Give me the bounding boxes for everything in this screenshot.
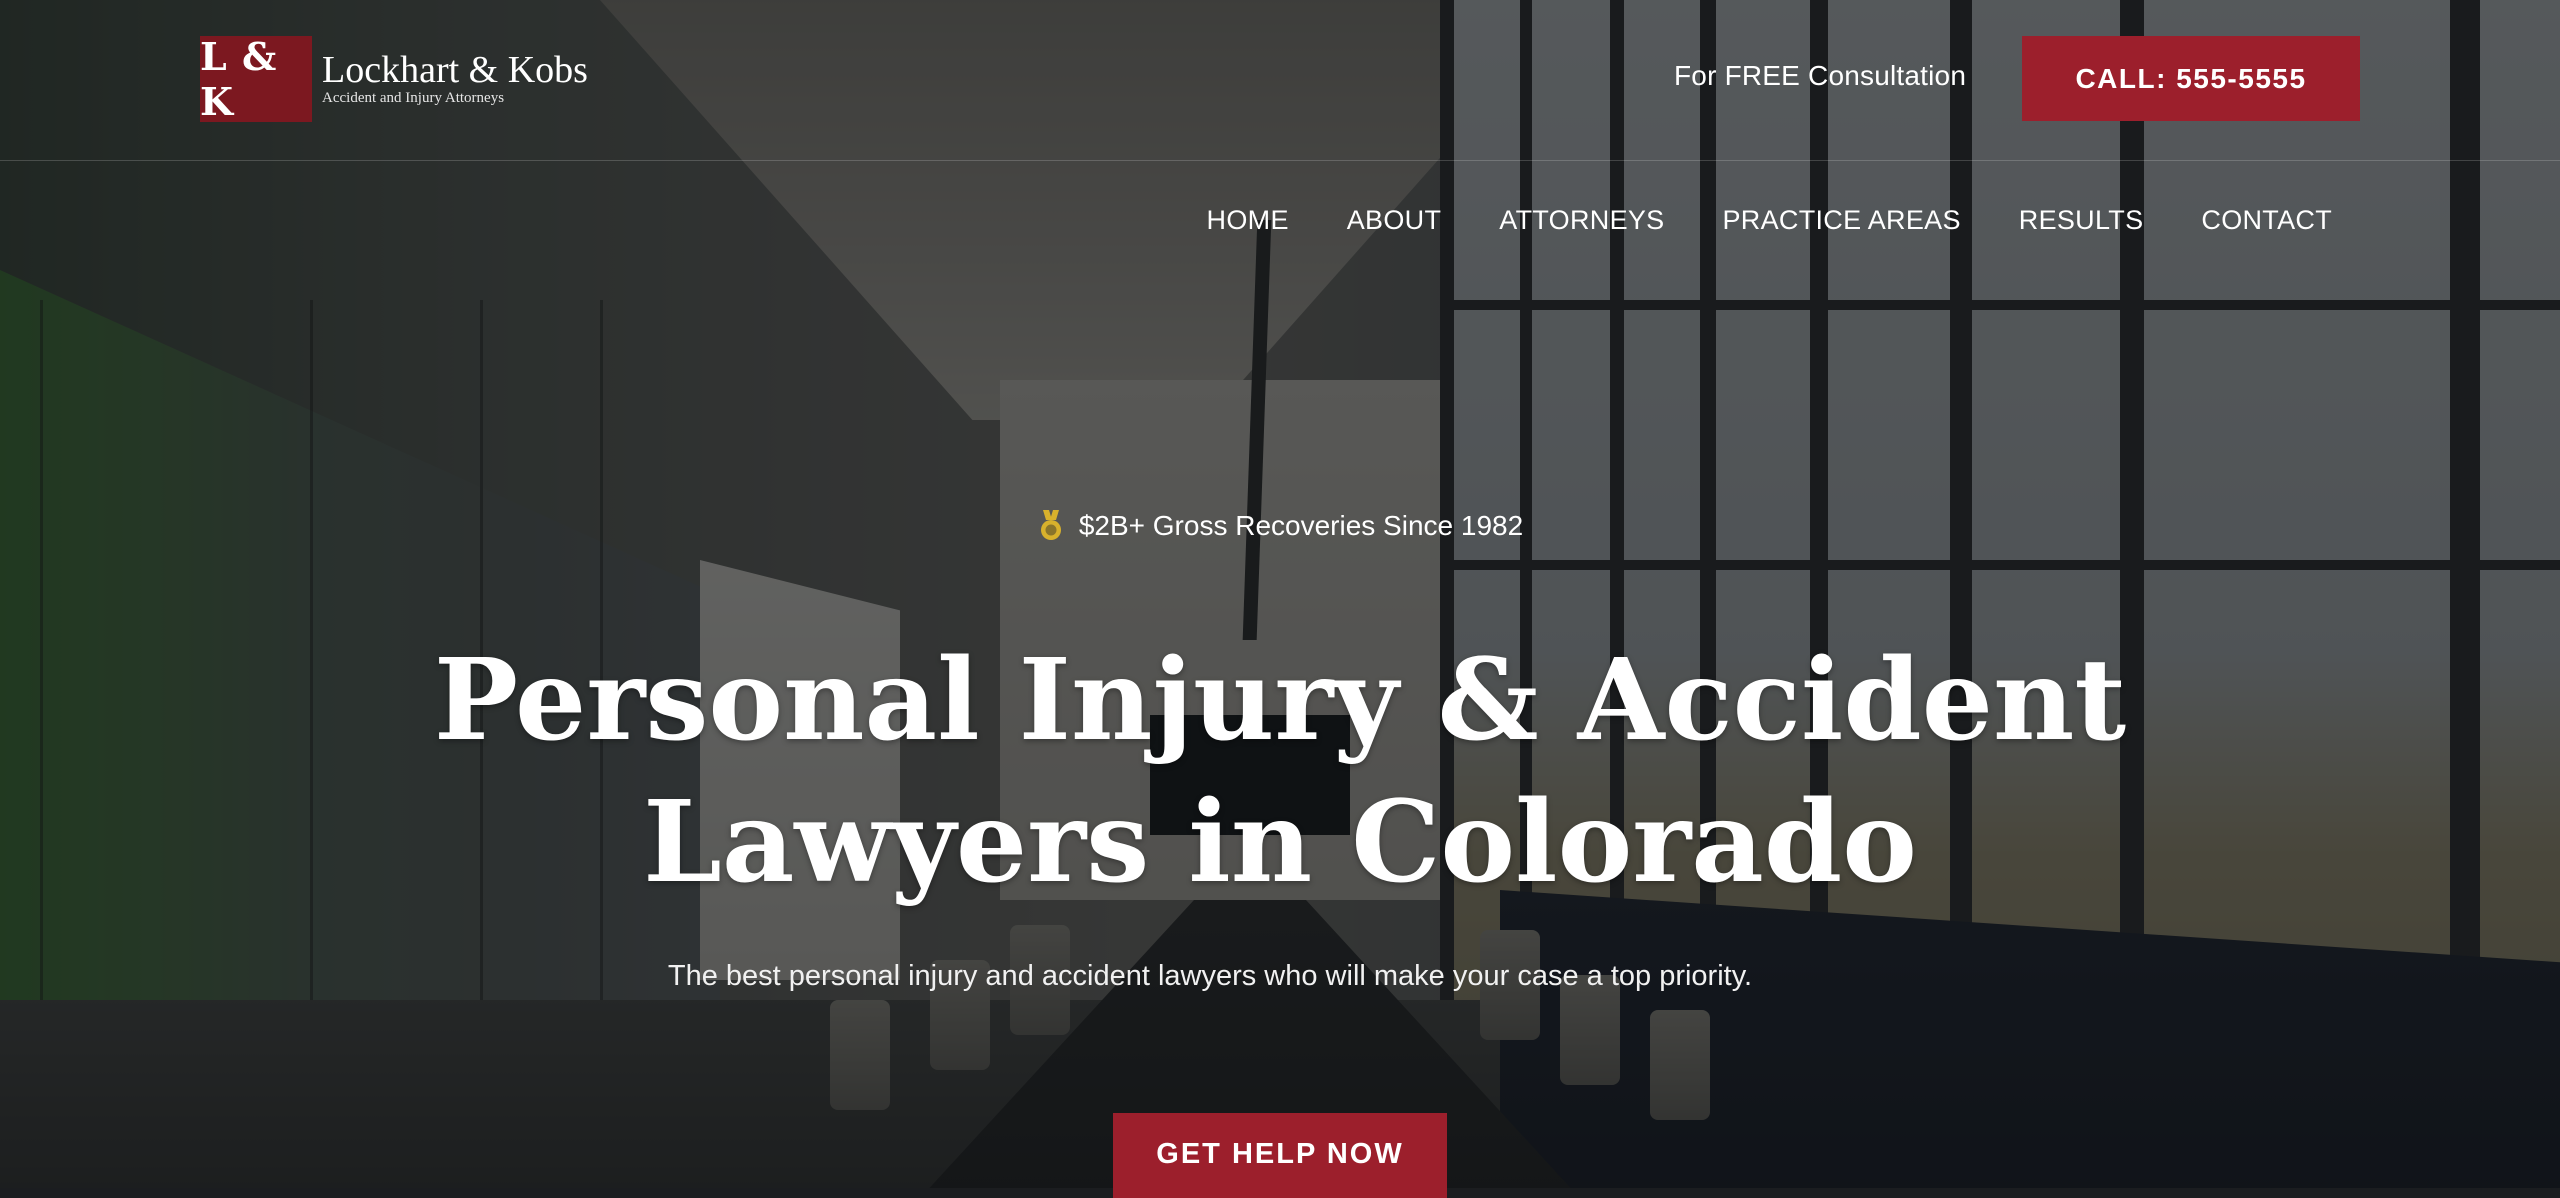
hero-subtitle: The best personal injury and accident la… — [0, 960, 2420, 993]
logo-name: Lockhart & Kobs — [322, 49, 588, 91]
hero-title-line-1: Personal Injury & Accident — [433, 635, 2127, 766]
nav-item-results[interactable]: RESULTS — [2019, 205, 2144, 236]
nav-item-attorneys[interactable]: ATTORNEYS — [1499, 205, 1664, 236]
logo-tagline: Accident and Injury Attorneys — [322, 90, 505, 106]
logo-text: Lockhart & Kobs Accident and Injury Atto… — [322, 51, 588, 107]
call-button[interactable]: CALL: 555-5555 — [2022, 36, 2360, 121]
medal-icon — [1040, 510, 1061, 540]
logo[interactable]: L & K Lockhart & Kobs Accident and Injur… — [200, 34, 588, 124]
dark-overlay — [0, 0, 2560, 1188]
nav-item-practice-areas[interactable]: PRACTICE AREAS — [1723, 205, 1961, 236]
badge-text: $2B+ Gross Recoveries Since 1982 — [1078, 510, 1524, 541]
hero-title-line-2: Lawyers in Colorado — [643, 777, 1917, 908]
get-help-now-button[interactable]: GET HELP NOW — [1113, 1113, 1447, 1198]
nav-item-about[interactable]: ABOUT — [1347, 205, 1442, 236]
top-bar: L & K Lockhart & Kobs Accident and Injur… — [0, 0, 2560, 161]
recoveries-badge: $2B+ Gross Recoveries Since 1982 — [0, 510, 2560, 542]
logo-mark: L & K — [200, 34, 312, 124]
free-consultation-text: For FREE Consultation — [1674, 60, 1967, 91]
nav-item-home[interactable]: HOME — [1207, 205, 1289, 236]
main-nav: HOME ABOUT ATTORNEYS PRACTICE AREAS RESU… — [1207, 205, 2332, 236]
nav-item-contact[interactable]: CONTACT — [2201, 205, 2332, 236]
hero-subtitle-text: The best personal injury and accident la… — [667, 960, 1753, 992]
hero-background-image — [0, 0, 2560, 1188]
hero-title: Personal Injury & Accident Lawyers in Co… — [0, 630, 2560, 914]
